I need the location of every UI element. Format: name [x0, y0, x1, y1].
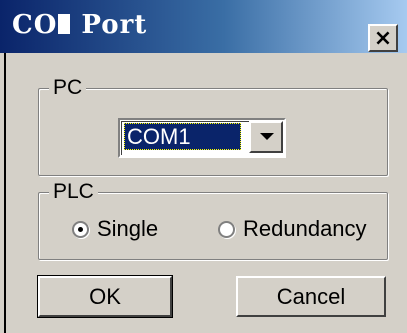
missing-glyph-box: [58, 14, 71, 34]
window-title: CO Port: [12, 10, 147, 40]
close-button[interactable]: ×: [368, 24, 398, 52]
com-port-select[interactable]: COM1: [118, 118, 286, 158]
close-icon: ×: [373, 25, 393, 51]
radio-redundancy-label: Redundancy: [243, 216, 367, 241]
com-port-value[interactable]: COM1: [124, 123, 241, 150]
plc-group-label: PLC: [49, 178, 98, 206]
com-port-dialog: CO Port × PC COM1 PLC Single Redundancy …: [0, 0, 407, 333]
radio-button-selected[interactable]: [72, 220, 89, 238]
window-title-suffix: Port: [81, 10, 148, 40]
title-bar[interactable]: CO Port ×: [0, 0, 407, 53]
window-title-prefix: CO: [12, 10, 58, 40]
chevron-down-icon[interactable]: [249, 121, 283, 153]
ok-button[interactable]: OK: [37, 275, 173, 318]
cancel-button[interactable]: Cancel: [236, 276, 386, 317]
pc-group-label: PC: [49, 74, 87, 102]
radio-button-unselected[interactable]: [218, 220, 235, 238]
radio-single-label: Single: [97, 216, 159, 241]
radio-redundancy[interactable]: Redundancy: [218, 216, 367, 242]
radio-single[interactable]: Single: [72, 216, 158, 242]
window-border: [0, 53, 6, 333]
